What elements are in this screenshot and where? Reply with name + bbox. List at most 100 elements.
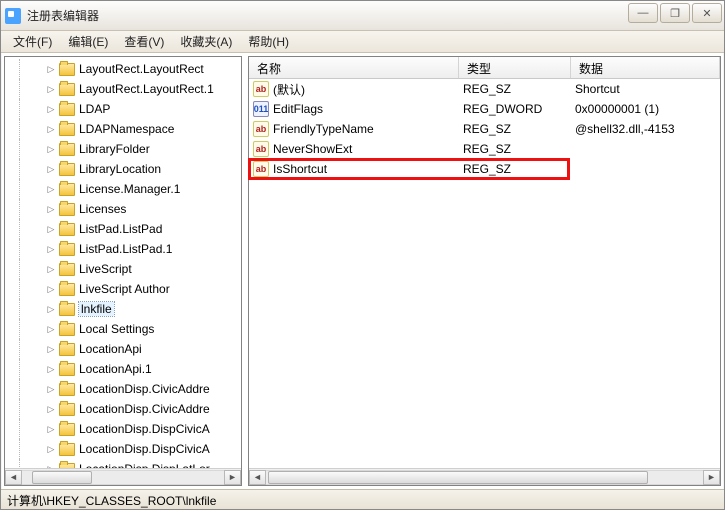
- tree-item[interactable]: ▷ LocationDisp.CivicAddre: [5, 399, 241, 419]
- expander-icon[interactable]: ▷: [45, 223, 57, 235]
- scroll-thumb[interactable]: [32, 471, 92, 484]
- value-name: NeverShowExt: [273, 142, 463, 156]
- tree-item[interactable]: ▷LiveScript: [5, 259, 241, 279]
- menu-view[interactable]: 查看(V): [116, 31, 172, 52]
- value-row[interactable]: 011EditFlagsREG_DWORD0x00000001 (1): [249, 99, 720, 119]
- menu-file[interactable]: 文件(F): [5, 31, 60, 52]
- minimize-button[interactable]: —: [628, 3, 658, 23]
- tree-item[interactable]: ▷ LocationDisp.DispCivicA: [5, 419, 241, 439]
- menu-edit[interactable]: 编辑(E): [60, 31, 116, 52]
- expander-icon[interactable]: ▷: [45, 443, 57, 455]
- tree-item[interactable]: ▷Licenses: [5, 199, 241, 219]
- tree-item-label: LayoutRect.LayoutRect: [79, 62, 204, 76]
- tree-item[interactable]: ▷LocationDisp.CivicAddre: [5, 379, 241, 399]
- tree-item-label: LocationDisp.DispCivicA: [79, 422, 210, 436]
- scroll-thumb[interactable]: [268, 471, 648, 484]
- folder-icon: [59, 423, 75, 436]
- values-list[interactable]: ab(默认)REG_SZShortcut011EditFlagsREG_DWOR…: [249, 79, 720, 468]
- column-type[interactable]: 类型: [459, 57, 571, 78]
- statusbar: 计算机\HKEY_CLASSES_ROOT\lnkfile: [1, 489, 724, 509]
- tree-item[interactable]: ▷ LDAP: [5, 99, 241, 119]
- column-data[interactable]: 数据: [571, 57, 720, 78]
- tree-item[interactable]: ▷ ListPad.ListPad: [5, 219, 241, 239]
- folder-icon: [59, 243, 75, 256]
- scroll-left-icon[interactable]: ◄: [5, 470, 22, 485]
- tree-item[interactable]: ▷lnkfile: [5, 299, 241, 319]
- folder-icon: [59, 143, 75, 156]
- tree-item[interactable]: ▷ListPad.ListPad.1: [5, 239, 241, 259]
- close-button[interactable]: ✕: [692, 3, 722, 23]
- tree-item-label: LocationDisp.CivicAddre: [79, 402, 210, 416]
- tree-item[interactable]: ▷ LayoutRect.LayoutRect.1: [5, 79, 241, 99]
- column-name[interactable]: 名称: [249, 57, 459, 78]
- tree-item[interactable]: ▷LDAPNamespace: [5, 119, 241, 139]
- menu-favorites[interactable]: 收藏夹(A): [172, 31, 240, 52]
- folder-icon: [59, 443, 75, 456]
- tree-item-label: LocationApi: [79, 342, 142, 356]
- tree-item-label: License.Manager.1: [79, 182, 180, 196]
- maximize-button[interactable]: ❐: [660, 3, 690, 23]
- value-name: (默认): [273, 81, 463, 98]
- expander-icon[interactable]: ▷: [45, 123, 57, 135]
- expander-icon[interactable]: ▷: [45, 363, 57, 375]
- values-hscrollbar[interactable]: ◄ ►: [249, 468, 720, 485]
- value-row[interactable]: abIsShortcutREG_SZ: [249, 159, 720, 179]
- scroll-right-icon[interactable]: ►: [703, 470, 720, 485]
- value-data: 0x00000001 (1): [575, 102, 720, 116]
- expander-icon[interactable]: ▷: [45, 83, 57, 95]
- menu-help[interactable]: 帮助(H): [240, 31, 297, 52]
- value-row[interactable]: ab(默认)REG_SZShortcut: [249, 79, 720, 99]
- expander-icon[interactable]: ▷: [45, 243, 57, 255]
- folder-icon: [59, 223, 75, 236]
- tree-item-label: LocationDisp.DispCivicA: [79, 442, 210, 456]
- expander-icon[interactable]: ▷: [45, 423, 57, 435]
- tree-item[interactable]: ▷Local Settings: [5, 319, 241, 339]
- tree-item[interactable]: ▷ LocationApi: [5, 339, 241, 359]
- tree-hscrollbar[interactable]: ◄ ►: [5, 468, 241, 485]
- tree-item[interactable]: ▷ LiveScript Author: [5, 279, 241, 299]
- value-type: REG_DWORD: [463, 102, 575, 116]
- expander-icon[interactable]: ▷: [45, 263, 57, 275]
- tree-item-label: LayoutRect.LayoutRect.1: [79, 82, 214, 96]
- tree-item[interactable]: ▷LocationDisp.DispLatLor: [5, 459, 241, 468]
- values-header: 名称 类型 数据: [249, 57, 720, 79]
- status-path: 计算机\HKEY_CLASSES_ROOT\lnkfile: [7, 494, 216, 508]
- folder-icon: [59, 383, 75, 396]
- tree-item[interactable]: ▷LibraryLocation: [5, 159, 241, 179]
- value-row[interactable]: abFriendlyTypeNameREG_SZ@shell32.dll,-41…: [249, 119, 720, 139]
- expander-icon[interactable]: ▷: [45, 103, 57, 115]
- scroll-left-icon[interactable]: ◄: [249, 470, 266, 485]
- tree-item[interactable]: ▷ License.Manager.1: [5, 179, 241, 199]
- expander-icon[interactable]: ▷: [45, 143, 57, 155]
- expander-icon[interactable]: ▷: [45, 383, 57, 395]
- scroll-track[interactable]: [266, 470, 703, 485]
- tree-item[interactable]: ▷LocationApi.1: [5, 359, 241, 379]
- titlebar[interactable]: 注册表编辑器 — ❐ ✕: [1, 1, 724, 31]
- expander-icon[interactable]: ▷: [45, 183, 57, 195]
- folder-icon: [59, 123, 75, 136]
- expander-icon[interactable]: ▷: [45, 63, 57, 75]
- tree-item[interactable]: ▷ LayoutRect.LayoutRect: [5, 59, 241, 79]
- content-area: ▷ LayoutRect.LayoutRect ▷ LayoutRect.Layout…: [1, 53, 724, 489]
- scroll-right-icon[interactable]: ►: [224, 470, 241, 485]
- tree-item-label: ListPad.ListPad: [79, 222, 162, 236]
- tree-item[interactable]: ▷LibraryFolder: [5, 139, 241, 159]
- expander-icon[interactable]: ▷: [45, 303, 57, 315]
- tree-item[interactable]: ▷ LocationDisp.DispCivicA: [5, 439, 241, 459]
- expander-icon[interactable]: ▷: [45, 403, 57, 415]
- registry-tree[interactable]: ▷ LayoutRect.LayoutRect ▷ LayoutRect.Layout…: [5, 57, 241, 468]
- folder-icon: [59, 403, 75, 416]
- tree-item-label: LiveScript Author: [79, 282, 170, 296]
- regedit-icon: [5, 8, 21, 24]
- expander-icon[interactable]: ▷: [45, 343, 57, 355]
- folder-icon: [59, 283, 75, 296]
- folder-icon: [59, 303, 75, 316]
- tree-item-label: LDAP: [79, 102, 110, 116]
- folder-icon: [59, 83, 75, 96]
- value-row[interactable]: abNeverShowExtREG_SZ: [249, 139, 720, 159]
- expander-icon[interactable]: ▷: [45, 203, 57, 215]
- scroll-track[interactable]: [22, 470, 224, 485]
- expander-icon[interactable]: ▷: [45, 163, 57, 175]
- expander-icon[interactable]: ▷: [45, 283, 57, 295]
- expander-icon[interactable]: ▷: [45, 323, 57, 335]
